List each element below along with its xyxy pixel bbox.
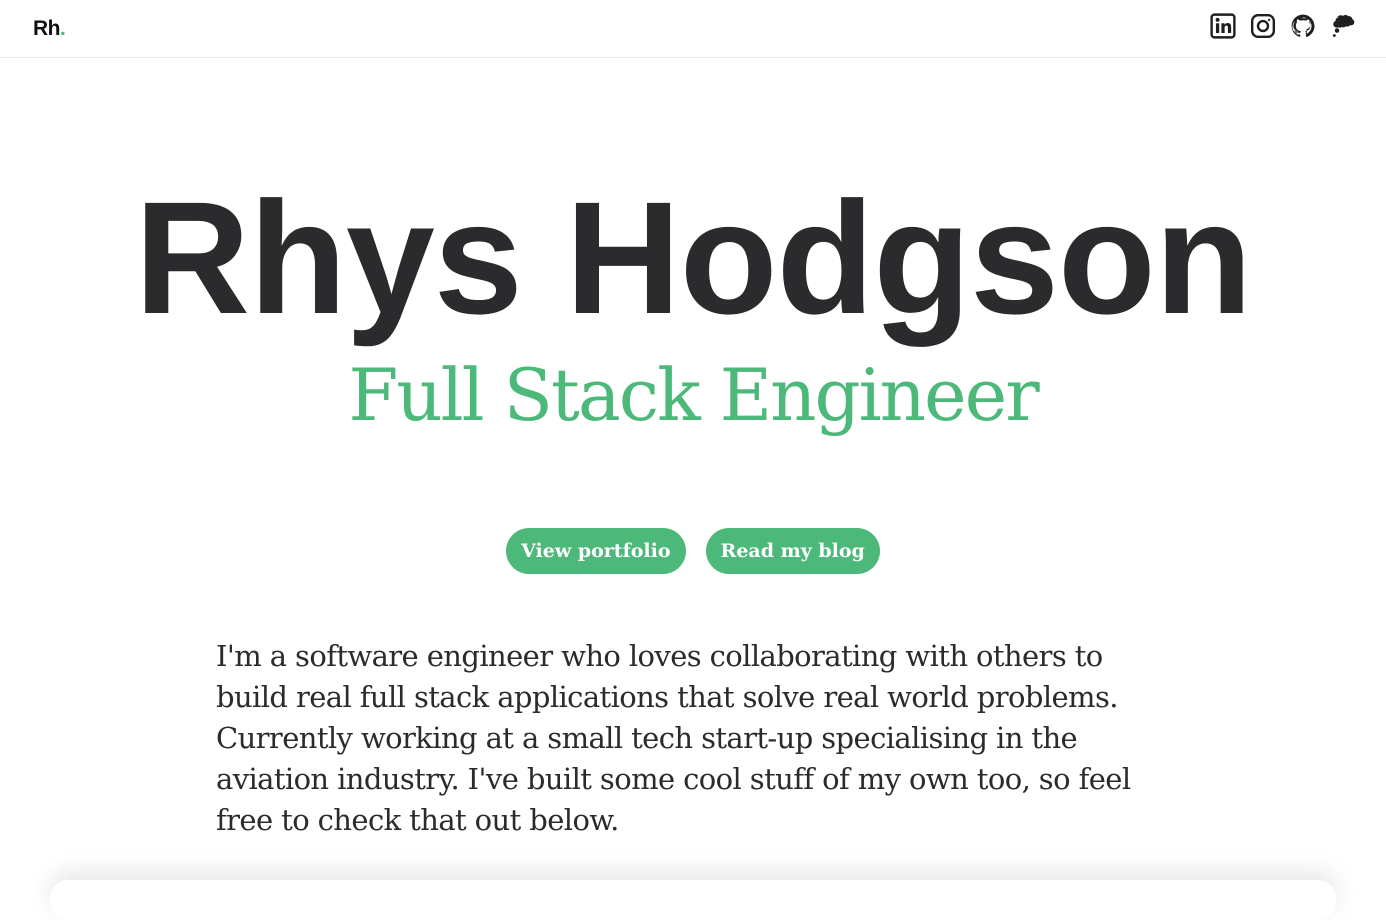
hero-actions: View portfolio Read my blog xyxy=(0,528,1386,574)
hero-name: Rhys Hodgson xyxy=(134,168,1253,347)
logo-text: Rh xyxy=(33,17,61,40)
blog-icon[interactable] xyxy=(1330,13,1356,39)
social-links xyxy=(1210,13,1356,39)
intro-paragraph: I'm a software engineer who loves collab… xyxy=(216,639,1131,837)
instagram-icon[interactable] xyxy=(1250,13,1276,39)
read-blog-button[interactable]: Read my blog xyxy=(705,528,880,574)
linkedin-icon[interactable] xyxy=(1210,13,1236,39)
hero-role: Full Stack Engineer xyxy=(348,353,1039,437)
top-navigation-bar: Rh. xyxy=(0,0,1386,58)
site-logo[interactable]: Rh. xyxy=(33,17,66,41)
next-section-card-edge xyxy=(50,880,1336,920)
logo-dot: . xyxy=(60,17,66,40)
view-portfolio-button[interactable]: View portfolio xyxy=(506,528,686,574)
github-icon[interactable] xyxy=(1290,13,1316,39)
